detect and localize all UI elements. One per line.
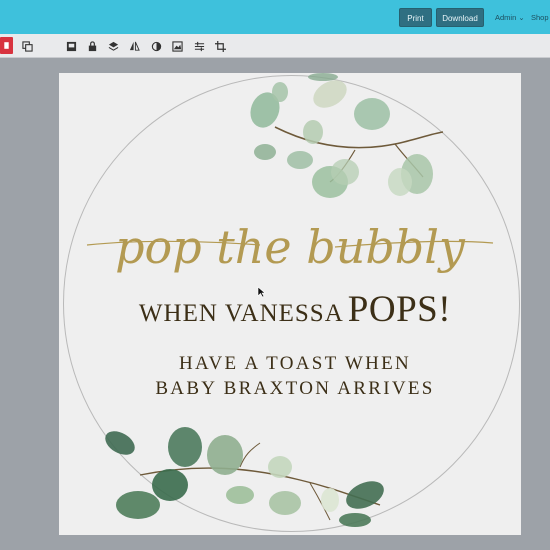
- lock-icon[interactable]: [85, 39, 99, 53]
- copy-icon[interactable]: [20, 39, 34, 53]
- flip-icon[interactable]: [127, 39, 141, 53]
- delete-icon[interactable]: [0, 37, 13, 54]
- toast-line-2: BABY BRAXTON ARRIVES: [155, 378, 435, 399]
- script-title: pop the bubbly: [86, 220, 494, 274]
- eucalyptus-bottom-illustration: [105, 427, 384, 527]
- script-title-text: pop the bubbly: [115, 220, 466, 274]
- editor-toolbar: [0, 34, 550, 58]
- admin-menu[interactable]: Admin ⌄: [495, 13, 525, 22]
- mouse-cursor-icon: [257, 286, 266, 298]
- print-button[interactable]: Print: [399, 8, 432, 27]
- crop-icon[interactable]: [213, 39, 227, 53]
- align-icon[interactable]: [192, 39, 206, 53]
- image-icon[interactable]: [170, 39, 184, 53]
- headline: WHEN VANESSA POPS!: [60, 288, 530, 331]
- contrast-icon[interactable]: [149, 39, 163, 53]
- toast-line-1: HAVE A TOAST WHEN: [178, 353, 412, 374]
- download-button[interactable]: Download: [436, 8, 484, 27]
- paste-icon[interactable]: [64, 39, 78, 53]
- shop-menu[interactable]: Shop: [531, 13, 549, 22]
- eucalyptus-top-illustration: [250, 73, 444, 198]
- top-bar: Print Download Admin ⌄ Shop: [0, 0, 550, 34]
- layers-icon[interactable]: [106, 39, 120, 53]
- headline-pops: POPS!: [347, 289, 452, 330]
- headline-when-vanessa: WHEN VANESSA: [138, 300, 344, 327]
